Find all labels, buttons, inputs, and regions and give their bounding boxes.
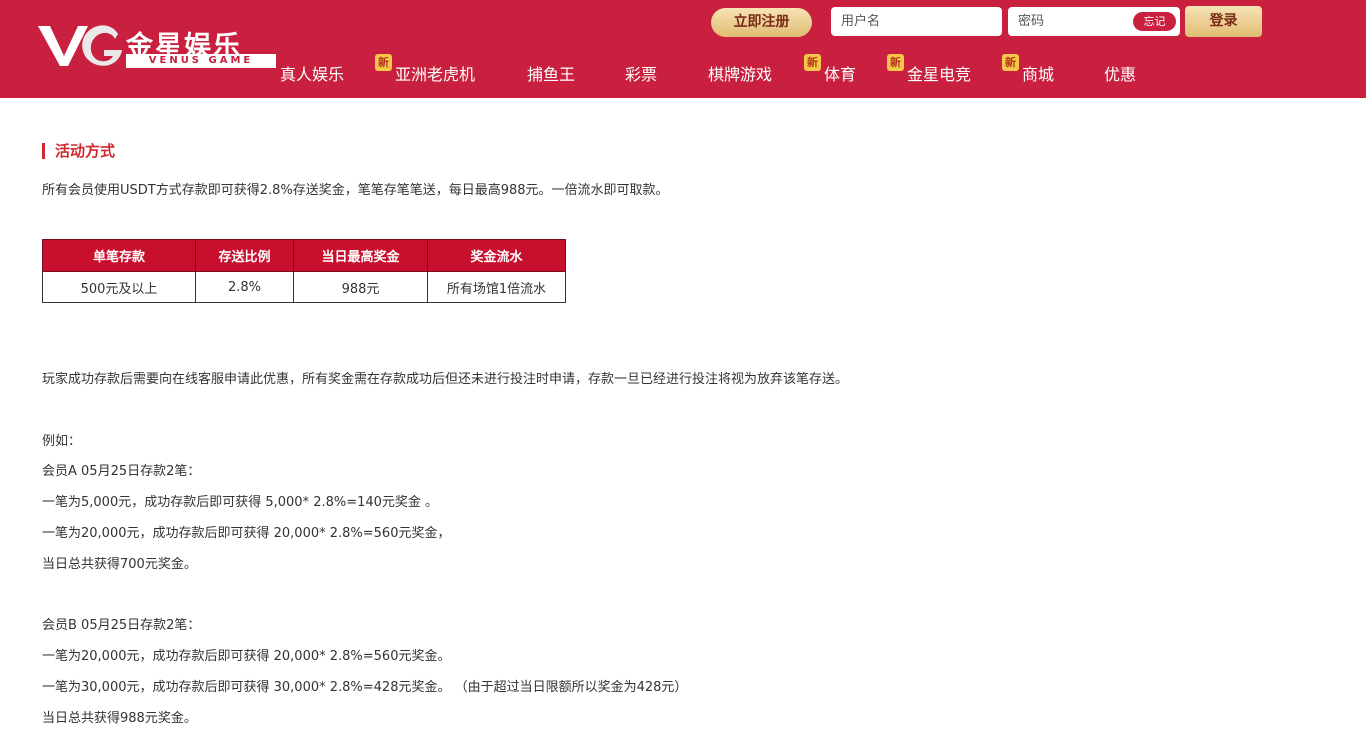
login-button[interactable]: 登录 [1185,6,1262,37]
top-header: 金星娱乐 VENUS GAME 立即注册 用户名 密码 忘记 登录 真人娱乐 新… [0,0,1366,98]
example-line: 会员B 05月25日存款2笔： [42,618,201,633]
nav-item-asia-slots[interactable]: 亚洲老虎机 [395,61,475,85]
example-line: 当日总共获得700元奖金。 [42,557,197,572]
vg-logo-icon [38,25,122,66]
table-header-cell: 单笔存款 [42,239,196,272]
example-line: 当日总共获得988元奖金。 [42,711,197,726]
nav-item-promotions[interactable]: 优惠 [1104,61,1136,85]
forgot-password-button[interactable]: 忘记 [1133,12,1176,31]
site-logo[interactable]: 金星娱乐 VENUS GAME [36,18,276,74]
table-row: 500元及以上 2.8% 988元 所有场馆1倍流水 [42,271,566,303]
nav-item-sports[interactable]: 体育 [824,61,856,85]
promo-rules-table: 单笔存款 存送比例 当日最高奖金 奖金流水 500元及以上 2.8% 988元 … [42,239,566,303]
table-cell: 2.8% [195,271,294,303]
table-cell: 500元及以上 [42,271,196,303]
nav-item-lottery[interactable]: 彩票 [625,61,657,85]
nav-item-mall[interactable]: 商城 [1022,61,1054,85]
nav-item-fishing[interactable]: 捕鱼王 [527,61,575,85]
table-cell: 所有场馆1倍流水 [427,271,566,303]
new-badge: 新 [804,54,821,71]
brand-name-en: VENUS GAME [126,54,276,68]
new-badge: 新 [375,54,392,71]
example-line: 一笔为20,000元，成功存款后即可获得 20,000* 2.8%=560元奖金… [42,649,451,664]
new-badge: 新 [1002,54,1019,71]
table-header-cell: 当日最高奖金 [293,239,428,272]
username-input[interactable]: 用户名 [831,7,1002,36]
table-header-row: 单笔存款 存送比例 当日最高奖金 奖金流水 [42,239,566,272]
register-button[interactable]: 立即注册 [711,8,812,37]
table-header-cell: 存送比例 [195,239,294,272]
example-line: 会员A 05月25日存款2笔： [42,464,201,479]
table-cell: 988元 [293,271,428,303]
nav-item-live-casino[interactable]: 真人娱乐 [280,61,344,85]
table-header-cell: 奖金流水 [427,239,566,272]
section-title: 活动方式 [42,143,115,159]
nav-item-esports[interactable]: 金星电竞 [907,61,971,85]
example-line: 例如： [42,434,82,449]
promo-notice-text: 玩家成功存款后需要向在线客服申请此优惠，所有奖金需在存款成功后但还未进行投注时申… [42,372,849,387]
nav-item-card-games[interactable]: 棋牌游戏 [708,61,772,85]
example-line: 一笔为20,000元，成功存款后即可获得 20,000* 2.8%=560元奖金… [42,526,451,541]
example-line: 一笔为30,000元，成功存款后即可获得 30,000* 2.8%=428元奖金… [42,680,688,695]
promo-intro-text: 所有会员使用USDT方式存款即可获得2.8%存送奖金，笔笔存笔笔送，每日最高98… [42,183,669,198]
example-line: 一笔为5,000元，成功存款后即可获得 5,000* 2.8%=140元奖金 。 [42,495,439,510]
new-badge: 新 [887,54,904,71]
